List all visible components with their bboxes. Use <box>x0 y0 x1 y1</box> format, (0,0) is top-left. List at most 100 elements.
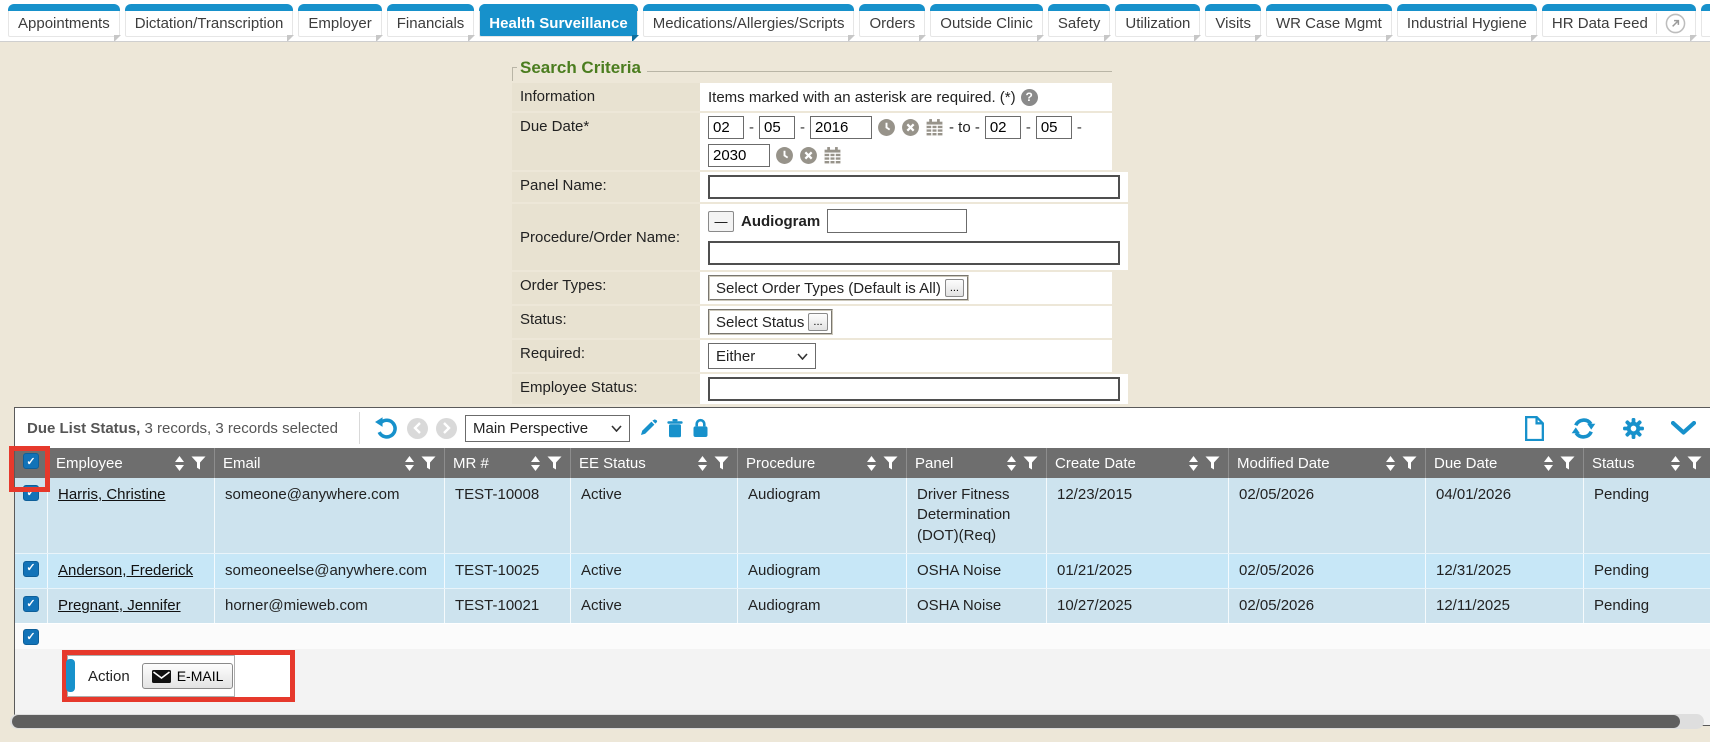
clear-date-icon[interactable] <box>799 146 818 165</box>
undo-icon[interactable] <box>374 416 399 441</box>
refresh-icon[interactable] <box>1571 416 1596 441</box>
new-document-icon[interactable] <box>1524 416 1545 441</box>
column-header[interactable]: Create Date <box>1047 448 1229 478</box>
filter-funnel-icon[interactable] <box>1402 456 1417 470</box>
collapse-chevron-icon[interactable] <box>1671 421 1696 436</box>
column-header[interactable]: Due Date <box>1426 448 1584 478</box>
previous-page-icon[interactable] <box>407 418 428 439</box>
employee-status-input[interactable] <box>708 377 1120 401</box>
email-button[interactable]: E-MAIL <box>142 663 234 689</box>
order-types-browse-button[interactable]: ... <box>945 279 964 297</box>
panel-name-input[interactable] <box>708 175 1120 199</box>
due-from-year-input[interactable] <box>810 116 872 139</box>
calendar-icon[interactable] <box>823 146 842 165</box>
scrollbar-thumb[interactable] <box>12 715 1680 728</box>
due-from-month-input[interactable] <box>708 116 744 139</box>
perspective-select[interactable]: Main Perspective <box>465 415 630 442</box>
sort-icon[interactable] <box>697 456 708 471</box>
column-header[interactable]: Email <box>215 448 445 478</box>
filter-funnel-icon[interactable] <box>1205 456 1220 470</box>
sort-icon[interactable] <box>174 456 185 471</box>
procedure-qualifier-input[interactable] <box>827 209 967 233</box>
employee-link[interactable]: Pregnant, Jennifer <box>58 597 181 614</box>
due-to-month-input[interactable] <box>985 116 1021 139</box>
sort-icon[interactable] <box>1188 456 1199 471</box>
module-tab[interactable]: Appointments <box>8 4 120 37</box>
module-tab[interactable]: Quality of <box>1701 4 1710 37</box>
module-tab[interactable]: Dictation/Transcription <box>125 4 294 37</box>
status-picker[interactable]: Select Status ... <box>708 309 833 335</box>
information-row: Information Items marked with an asteris… <box>512 83 1112 111</box>
footer-select-all-checkbox[interactable]: ✓ <box>23 629 39 645</box>
module-tab[interactable]: HR Data Feed <box>1542 4 1696 37</box>
date-dash: - <box>749 119 754 136</box>
row-checkbox[interactable]: ✓ <box>23 561 39 577</box>
sort-icon[interactable] <box>530 456 541 471</box>
module-tab[interactable]: Safety <box>1048 4 1111 37</box>
remove-procedure-button[interactable]: — <box>708 211 734 232</box>
sort-icon[interactable] <box>1385 456 1396 471</box>
gear-icon[interactable] <box>1622 417 1645 440</box>
column-header[interactable]: MR # <box>445 448 571 478</box>
time-icon[interactable] <box>877 118 896 137</box>
lock-perspective-icon[interactable] <box>692 418 709 438</box>
due-date-cell: 12/11/2025 <box>1426 589 1584 623</box>
filter-funnel-icon[interactable] <box>1023 456 1038 470</box>
module-tab[interactable]: Industrial Hygiene <box>1397 4 1537 37</box>
email-cell: horner@mieweb.com <box>215 589 445 623</box>
procedure-search-input[interactable] <box>708 241 1120 265</box>
row-checkbox[interactable]: ✓ <box>23 596 39 612</box>
sort-icon[interactable] <box>866 456 877 471</box>
column-header-label: Status <box>1592 455 1664 472</box>
next-page-icon[interactable] <box>436 418 457 439</box>
help-icon[interactable]: ? <box>1021 89 1038 106</box>
employee-link[interactable]: Harris, Christine <box>58 486 166 503</box>
column-header[interactable]: Procedure <box>738 448 907 478</box>
sort-icon[interactable] <box>404 456 415 471</box>
filter-funnel-icon[interactable] <box>714 456 729 470</box>
ee-status-cell: Active <box>571 554 738 588</box>
column-header[interactable]: Employee <box>48 448 215 478</box>
mr-number-cell: TEST-10021 <box>445 589 571 623</box>
module-tab[interactable]: Utilization <box>1115 4 1200 37</box>
sort-icon[interactable] <box>1006 456 1017 471</box>
module-tab[interactable]: Health Surveillance <box>479 4 637 37</box>
annotation-highlight-checkbox <box>9 446 50 492</box>
module-tab[interactable]: Financials <box>387 4 475 37</box>
due-to-day-input[interactable] <box>1036 116 1072 139</box>
sort-icon[interactable] <box>1543 456 1554 471</box>
column-header[interactable]: Panel <box>907 448 1047 478</box>
column-header[interactable]: EE Status <box>571 448 738 478</box>
module-tab[interactable]: Outside Clinic <box>930 4 1043 37</box>
due-date-cell: 04/01/2026 <box>1426 478 1584 553</box>
column-header[interactable]: Status <box>1584 448 1710 478</box>
module-tab[interactable]: Employer <box>298 4 381 37</box>
column-header-label: Email <box>223 455 398 472</box>
due-from-day-input[interactable] <box>759 116 795 139</box>
required-select[interactable]: Either <box>708 343 816 369</box>
filter-funnel-icon[interactable] <box>883 456 898 470</box>
time-icon[interactable] <box>775 146 794 165</box>
edit-perspective-icon[interactable] <box>638 418 658 438</box>
column-header[interactable]: Modified Date <box>1229 448 1426 478</box>
calendar-icon[interactable] <box>925 118 944 137</box>
module-tab[interactable]: Medications/Allergies/Scripts <box>643 4 855 37</box>
filter-funnel-icon[interactable] <box>1560 456 1575 470</box>
due-to-year-input[interactable] <box>708 144 770 167</box>
module-tab[interactable]: Visits <box>1205 4 1261 37</box>
filter-funnel-icon[interactable] <box>191 456 206 470</box>
status-cell: Pending <box>1584 589 1710 623</box>
filter-funnel-icon[interactable] <box>547 456 562 470</box>
sort-icon[interactable] <box>1670 456 1681 471</box>
module-tab[interactable]: WR Case Mgmt <box>1266 4 1392 37</box>
horizontal-scrollbar[interactable] <box>10 714 1704 729</box>
status-browse-button[interactable]: ... <box>808 313 827 331</box>
order-types-picker[interactable]: Select Order Types (Default is All) ... <box>708 275 969 301</box>
clear-date-icon[interactable] <box>901 118 920 137</box>
to-separator: - to - <box>949 119 980 136</box>
employee-link[interactable]: Anderson, Frederick <box>58 562 193 579</box>
delete-perspective-icon[interactable] <box>666 418 684 438</box>
filter-funnel-icon[interactable] <box>1687 456 1702 470</box>
filter-funnel-icon[interactable] <box>421 456 436 470</box>
module-tab[interactable]: Orders <box>859 4 925 37</box>
